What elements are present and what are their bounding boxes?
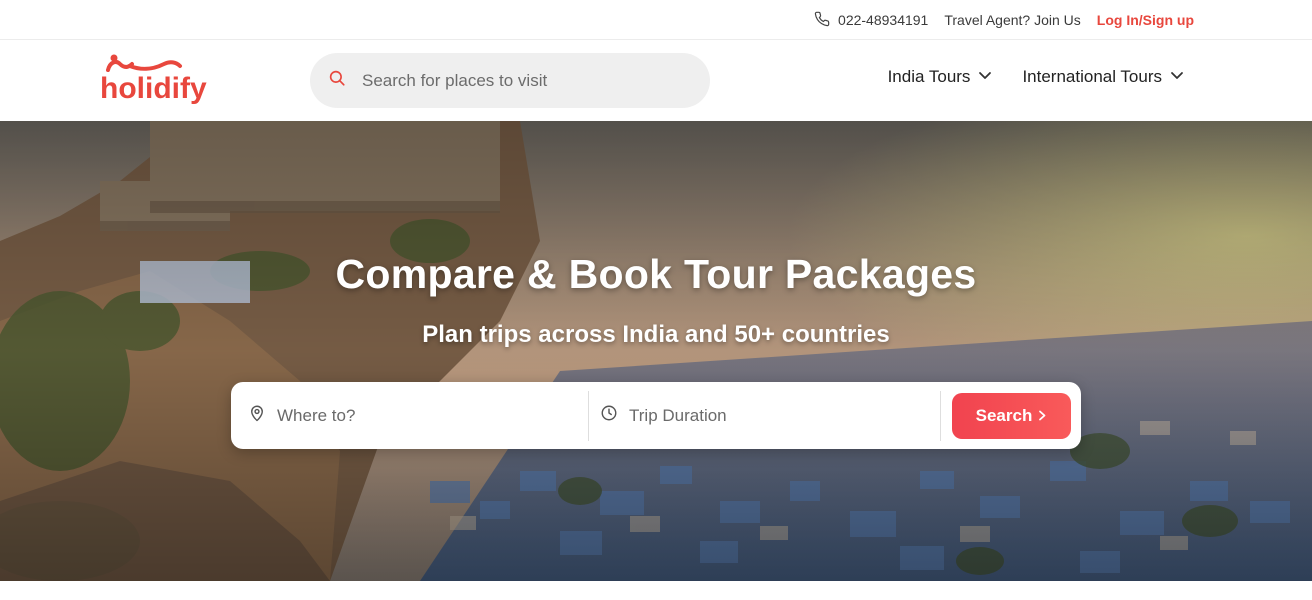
where-to-input[interactable]: [275, 404, 579, 427]
main-header: holidify India Tours International Tours: [0, 40, 1312, 121]
holidify-logo[interactable]: holidify: [100, 52, 218, 110]
phone-icon: [814, 11, 830, 30]
login-signup-link[interactable]: Log In/Sign up: [1097, 12, 1194, 28]
search-button[interactable]: Search: [952, 392, 1071, 439]
place-search-input[interactable]: [360, 69, 684, 92]
place-search-box[interactable]: [310, 53, 710, 108]
hero-banner: Compare & Book Tour Packages Plan trips …: [0, 121, 1312, 581]
chevron-down-icon: [1170, 67, 1184, 87]
location-pin-icon: [248, 404, 266, 427]
clock-icon: [600, 404, 618, 427]
top-utility-bar: 022-48934191 Travel Agent? Join Us Log I…: [0, 0, 1312, 40]
nav-international-tours[interactable]: International Tours: [1022, 67, 1184, 87]
main-nav: India Tours International Tours: [888, 40, 1184, 114]
hero-title: Compare & Book Tour Packages: [335, 251, 977, 297]
hero-subtitle: Plan trips across India and 50+ countrie…: [422, 321, 890, 348]
nav-international-tours-label: International Tours: [1022, 67, 1162, 86]
nav-india-tours-label: India Tours: [887, 67, 971, 86]
search-icon: [328, 69, 346, 92]
hero-background-image: [0, 121, 1312, 581]
where-to-field[interactable]: [231, 390, 589, 441]
phone-contact[interactable]: 022-48934191: [814, 11, 928, 30]
topbar-links: 022-48934191 Travel Agent? Join Us Log I…: [814, 0, 1194, 40]
travel-agent-link[interactable]: Travel Agent? Join Us: [944, 12, 1080, 28]
tour-search-panel: Search: [231, 382, 1081, 449]
chevron-right-icon: [1038, 406, 1047, 426]
chevron-down-icon: [978, 67, 992, 87]
search-button-label: Search: [975, 405, 1033, 425]
phone-number: 022-48934191: [838, 12, 929, 28]
nav-india-tours[interactable]: India Tours: [888, 67, 993, 87]
trip-duration-input[interactable]: [627, 404, 931, 427]
trip-duration-field[interactable]: [589, 390, 941, 441]
svg-text:holidify: holidify: [100, 72, 207, 105]
